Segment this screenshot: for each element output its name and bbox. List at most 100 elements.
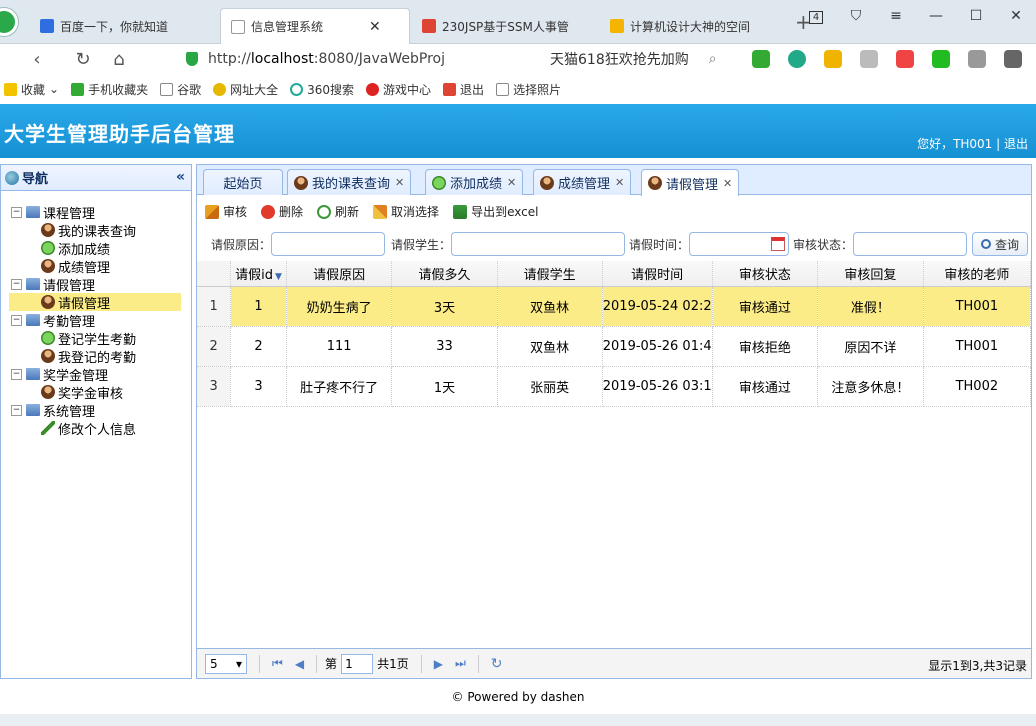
pencil-icon [41,421,55,435]
translate-icon[interactable] [788,50,806,68]
page-size-select[interactable]: 5 ▾ [205,653,247,674]
student-filter-select[interactable] [451,232,625,256]
table-row[interactable]: 3 3 肚子疼不行了 1天 张丽英 2019-05-26 03:1 审核通过 注… [197,366,1032,407]
tab-leave-manage[interactable]: 请假管理 ✕ [641,169,740,196]
tree-item-score-manage[interactable]: 成绩管理 [1,257,191,276]
column-header-time[interactable]: 请假时间 [602,261,713,287]
tree-group-scholarship[interactable]: − 奖学金管理 [1,365,191,384]
close-tab-icon[interactable]: ✕ [507,176,516,189]
bookmark-favorites[interactable]: 收藏 ⌄ [4,81,59,98]
cell-reason: 肚子疼不行了 [286,366,393,407]
tree-item-register-attendance[interactable]: 登记学生考勤 [1,329,191,348]
bookmarks-bar: 收藏 ⌄ 手机收藏夹 谷歌 网址大全 360搜索 游戏中心 退出 选择照片 [0,78,1036,100]
browser-tab-space[interactable]: 计算机设计大神的空间 [600,8,782,44]
audit-button[interactable]: 审核 [205,203,247,220]
browser-tab-ssm[interactable]: 230JSP基于SSM人事管 [412,8,594,44]
collapse-minus-icon[interactable]: − [11,314,22,326]
tree-item-edit-profile[interactable]: 修改个人信息 [1,419,191,438]
collapse-minus-icon[interactable]: − [11,404,22,416]
tab-add-score[interactable]: 添加成绩 ✕ [425,169,524,195]
reason-filter-input[interactable] [271,232,385,256]
column-header-teacher[interactable]: 审核的老师 [923,261,1032,287]
table-row[interactable]: 1 1 奶奶生病了 3天 双鱼林 2019-05-24 02:2 审核通过 准假… [197,286,1032,327]
column-header-reply[interactable]: 审核回复 [817,261,924,287]
game-icon[interactable] [860,50,878,68]
tree-group-course[interactable]: − 课程管理 [1,203,191,222]
table-row[interactable]: 2 2 111 33 双鱼林 2019-05-26 01:4 审核拒绝 原因不详… [197,326,1032,367]
battery-icon[interactable] [932,50,950,68]
reload-icon[interactable]: ↻ [491,656,503,672]
column-header-status[interactable]: 审核状态 [712,261,819,287]
tree-item-scholarship-audit[interactable]: 奖学金审核 [1,383,191,402]
maximize-icon[interactable]: ☐ [956,8,996,24]
time-filter-input[interactable] [689,232,789,256]
query-button[interactable]: 查询 [972,232,1028,256]
filter-bar: 请假原因： 请假学生： 请假时间： 审核状态： 查询 [207,231,1028,257]
bookmark-photos[interactable]: 选择照片 [496,81,561,98]
search-box[interactable]: 天猫618狂欢抢先加购 ⌕ [540,47,725,71]
bookmark-exit[interactable]: 退出 [443,81,484,98]
first-page-icon[interactable]: ⏮ [272,656,283,671]
close-tab-icon[interactable]: ✕ [723,177,732,190]
undo-icon[interactable] [968,50,986,68]
collapse-double-chevron-icon[interactable]: « [176,169,185,185]
prev-page-icon[interactable]: ◀ [295,657,304,671]
url-field[interactable]: http://localhost:8080/JavaWebProj [186,47,532,71]
close-tab-icon[interactable]: ✕ [395,176,404,189]
export-excel-button[interactable]: 导出到excel [453,203,538,220]
reload-icon[interactable]: ↻ [68,49,98,70]
more-menu-icon[interactable] [1004,50,1022,68]
tree-group-attendance[interactable]: − 考勤管理 [1,311,191,330]
delete-button[interactable]: 删除 [261,203,303,220]
last-page-icon[interactable]: ⏭ [455,656,466,671]
page-number-input[interactable]: 1 [341,653,374,674]
bookmark-mobile[interactable]: 手机收藏夹 [71,81,148,98]
back-icon[interactable]: ‹ [22,49,52,70]
tree-item-leave-manage[interactable]: 请假管理 [9,293,181,312]
status-filter-input[interactable] [853,232,967,256]
tree-item-my-attendance[interactable]: 我登记的考勤 [1,347,191,366]
bookmark-360search[interactable]: 360搜索 [290,81,354,98]
bookmark-games[interactable]: 游戏中心 [366,81,431,98]
collapse-minus-icon[interactable]: − [11,206,22,218]
bookmark-nav[interactable]: 网址大全 [213,81,278,98]
shirt-icon[interactable]: ⛉ [836,8,876,24]
browser-logo-icon[interactable] [0,8,18,36]
column-header-duration[interactable]: 请假多久 [391,261,498,287]
next-page-icon[interactable]: ▶ [434,657,443,671]
collapse-minus-icon[interactable]: − [11,368,22,380]
close-tab-icon[interactable]: ✕ [369,19,381,35]
nav-title: 导航 [22,172,49,187]
minimize-icon[interactable]: — [916,8,956,24]
home-icon[interactable]: ⌂ [104,49,134,70]
search-icon[interactable]: ⌕ [709,51,717,67]
column-header-reason[interactable]: 请假原因 [286,261,393,287]
tree-group-system[interactable]: − 系统管理 [1,401,191,420]
tree-item-add-score[interactable]: 添加成绩 [1,239,191,258]
collapse-minus-icon[interactable]: − [11,278,22,290]
apps-icon[interactable] [896,50,914,68]
tab-count-value: 4 [808,11,824,24]
bookmark-google[interactable]: 谷歌 [160,81,201,98]
browser-tab-baidu[interactable]: 百度一下，你就知道 [30,8,218,44]
tab-start-page[interactable]: 起始页 [203,169,283,195]
column-header-id[interactable]: 请假id ▼ [230,261,287,287]
cell-status: 审核拒绝 [712,326,819,367]
refresh-button[interactable]: 刷新 [317,203,359,220]
unselect-button[interactable]: 取消选择 [373,203,439,220]
shield-ext-icon[interactable] [824,50,842,68]
tab-schedule[interactable]: 我的课表查询 ✕ [287,169,412,195]
browser-tab-active[interactable]: 信息管理系统 ✕ [220,8,410,44]
welcome-logout-link[interactable]: 您好，TH001 | 退出 [917,135,1028,152]
calendar-icon[interactable] [771,237,785,251]
tree-item-schedule[interactable]: 我的课表查询 [1,221,191,240]
column-header-student[interactable]: 请假学生 [497,261,603,287]
tab-score-manage[interactable]: 成绩管理 ✕ [533,169,632,195]
tree-group-leave[interactable]: − 请假管理 [1,275,191,294]
window-controls: 4 ⛉ ≡ — ☐ ✕ [796,8,1036,24]
close-tab-icon[interactable]: ✕ [615,176,624,189]
scissors-icon[interactable] [752,50,770,68]
tab-count-badge[interactable]: 4 [796,8,836,24]
menu-icon[interactable]: ≡ [876,8,916,24]
close-window-icon[interactable]: ✕ [996,8,1036,24]
